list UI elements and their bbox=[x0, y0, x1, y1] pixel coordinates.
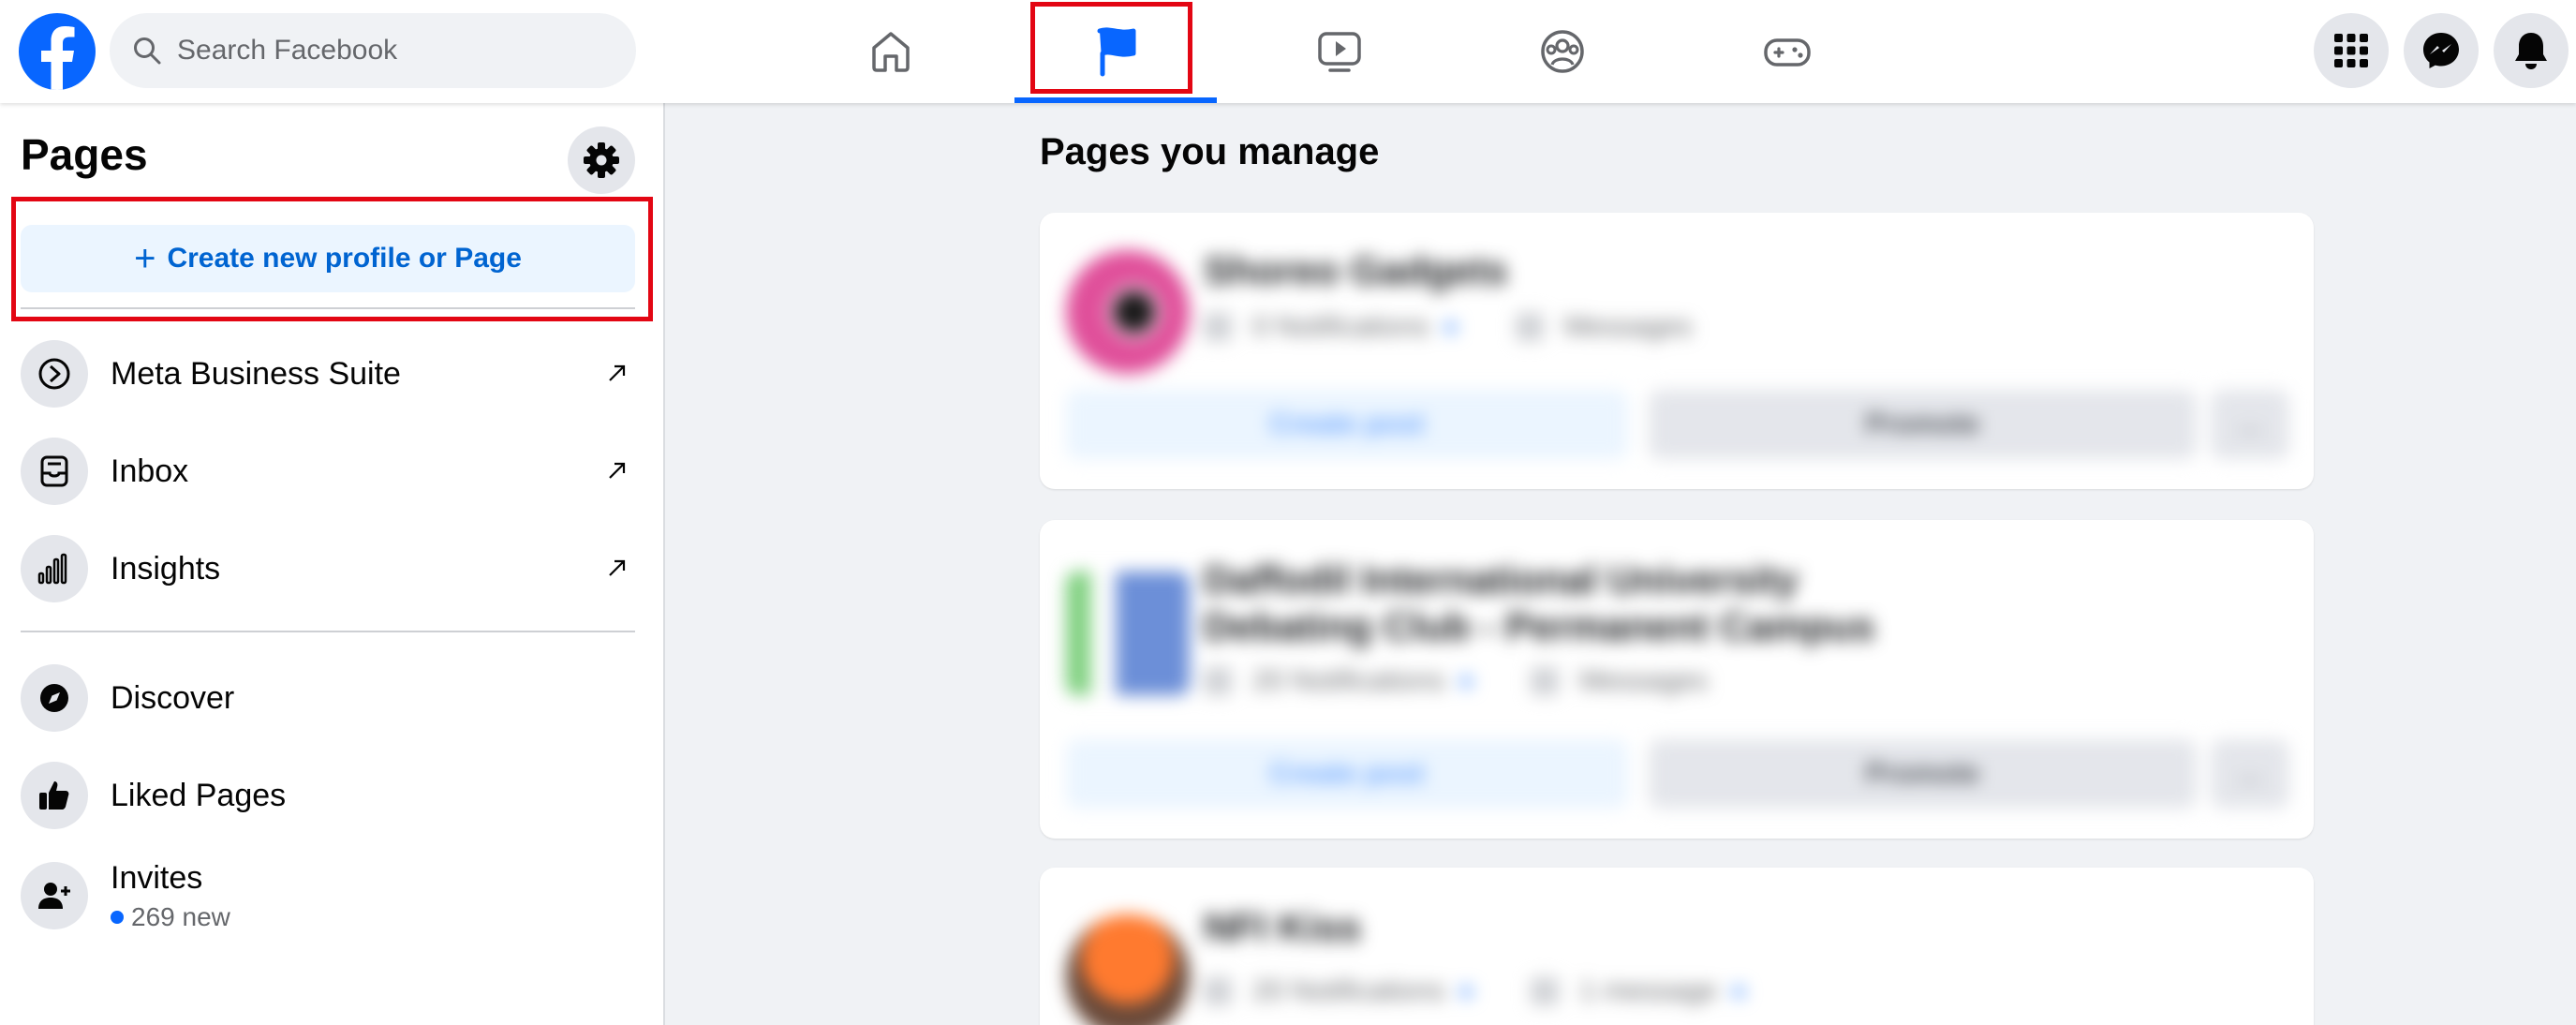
gear-icon bbox=[584, 142, 619, 178]
page-stats: 20 Notifications ● 1 message ● bbox=[1204, 975, 1747, 1007]
home-icon bbox=[872, 32, 910, 72]
messages-count: Messages bbox=[1563, 311, 1693, 342]
page-name: Daffodil International University bbox=[1204, 557, 1799, 602]
page-stats: 20 Notifications ● Messages bbox=[1204, 665, 1708, 697]
divider bbox=[21, 307, 635, 309]
sidebar-item-discover[interactable]: Discover bbox=[9, 653, 646, 743]
search-input[interactable] bbox=[177, 35, 589, 67]
bell-icon bbox=[2515, 33, 2547, 69]
sidebar-item-label: Liked Pages bbox=[111, 777, 287, 813]
messages-count: 1 message bbox=[1579, 975, 1717, 1006]
groups-icon bbox=[1541, 30, 1584, 73]
create-button-label: Create new profile or Page bbox=[167, 243, 522, 274]
insights-icon bbox=[21, 535, 88, 602]
create-post-button[interactable]: Create post bbox=[1066, 739, 1628, 809]
promote-button[interactable]: Promote bbox=[1649, 390, 2197, 459]
inbox-icon bbox=[21, 438, 88, 505]
managed-page-card[interactable]: Shoreo Gadgets 0 Notifications ● Message… bbox=[1040, 213, 2314, 489]
sidebar-item-insights[interactable]: Insights bbox=[9, 524, 646, 614]
badge-icon: ● bbox=[1729, 975, 1748, 1006]
pages-you-manage-heading: Pages you manage bbox=[1040, 131, 1380, 172]
badge-icon: ● bbox=[1458, 975, 1475, 1006]
search-bar[interactable] bbox=[110, 13, 636, 88]
pages-sidebar: Pages + Create new profile or Page Meta … bbox=[0, 103, 665, 1025]
page-name: Shoreo Gadgets bbox=[1204, 248, 1508, 292]
external-link-icon bbox=[609, 462, 626, 479]
unread-dot-icon bbox=[111, 910, 124, 924]
messages-count: Messages bbox=[1579, 665, 1708, 696]
message-icon bbox=[1531, 667, 1560, 695]
tab-gaming[interactable] bbox=[1694, 0, 1881, 103]
divider bbox=[21, 631, 635, 632]
notification-icon bbox=[1204, 977, 1232, 1005]
more-options-button[interactable]: ... bbox=[2211, 739, 2289, 809]
notifications-count: 0 Notifications bbox=[1252, 311, 1429, 342]
message-icon bbox=[1515, 313, 1544, 341]
plus-icon: + bbox=[134, 238, 156, 279]
thumbs-up-icon bbox=[21, 762, 88, 829]
sidebar-item-label: Invites bbox=[111, 859, 203, 896]
managed-page-card[interactable]: NFI Kiss 20 Notifications ● 1 message ● bbox=[1040, 868, 2314, 1025]
promote-button[interactable]: Promote bbox=[1649, 739, 2197, 809]
more-options-button[interactable]: ... bbox=[2211, 390, 2289, 459]
notification-icon bbox=[1204, 313, 1232, 341]
page-name-line-2: Debating Club - Permanent Campus bbox=[1204, 604, 1875, 648]
business-suite-icon bbox=[21, 340, 88, 408]
tab-home[interactable] bbox=[797, 0, 985, 103]
sidebar-item-meta-business-suite[interactable]: Meta Business Suite bbox=[9, 329, 646, 419]
video-icon bbox=[1318, 32, 1361, 72]
managed-page-card[interactable]: Daffodil International University Debati… bbox=[1040, 520, 2314, 839]
notifications-button[interactable] bbox=[2494, 13, 2569, 88]
sidebar-item-label: Meta Business Suite bbox=[111, 355, 401, 392]
notification-icon bbox=[1204, 667, 1232, 695]
sidebar-title: Pages bbox=[21, 130, 148, 179]
compass-icon bbox=[21, 664, 88, 732]
sidebar-item-label: Discover bbox=[111, 679, 235, 716]
sidebar-item-liked-pages[interactable]: Liked Pages bbox=[9, 750, 646, 840]
search-icon bbox=[134, 37, 161, 65]
flag-icon bbox=[1097, 27, 1136, 77]
external-link-icon bbox=[609, 364, 626, 381]
page-name: NFI Kiss bbox=[1204, 905, 1362, 949]
notifications-count: 20 Notifications bbox=[1252, 665, 1445, 696]
sidebar-item-inbox[interactable]: Inbox bbox=[9, 426, 646, 516]
facebook-logo-icon[interactable] bbox=[19, 13, 96, 90]
badge-icon: ● bbox=[1442, 311, 1459, 342]
page-avatar bbox=[1066, 250, 1190, 374]
top-navigation-bar bbox=[0, 0, 2576, 103]
tab-groups[interactable] bbox=[1469, 0, 1656, 103]
tab-watch[interactable] bbox=[1246, 0, 1433, 103]
grid-menu-icon bbox=[2334, 34, 2368, 67]
messenger-icon bbox=[2423, 33, 2459, 68]
menu-button[interactable] bbox=[2314, 13, 2389, 88]
invites-count: 269 new bbox=[111, 902, 230, 932]
create-profile-or-page-button[interactable]: + Create new profile or Page bbox=[21, 225, 635, 292]
settings-button[interactable] bbox=[568, 126, 635, 194]
sidebar-item-invites[interactable]: Invites 269 new bbox=[9, 851, 646, 941]
page-avatar bbox=[1066, 914, 1190, 1025]
add-person-icon bbox=[21, 862, 88, 929]
message-icon bbox=[1531, 977, 1560, 1005]
tab-pages[interactable] bbox=[1014, 0, 1217, 103]
invites-new-count: 269 new bbox=[131, 901, 230, 931]
page-stats: 0 Notifications ● Messages bbox=[1204, 311, 1692, 343]
sidebar-item-label: Inbox bbox=[111, 453, 189, 489]
messenger-button[interactable] bbox=[2404, 13, 2479, 88]
game-controller-icon bbox=[1764, 38, 1811, 67]
create-post-button[interactable]: Create post bbox=[1066, 390, 1628, 459]
sidebar-item-label: Insights bbox=[111, 550, 221, 587]
badge-icon: ● bbox=[1458, 665, 1475, 696]
notifications-count: 20 Notifications bbox=[1252, 975, 1445, 1006]
external-link-icon bbox=[609, 559, 626, 576]
page-avatar bbox=[1066, 572, 1190, 695]
